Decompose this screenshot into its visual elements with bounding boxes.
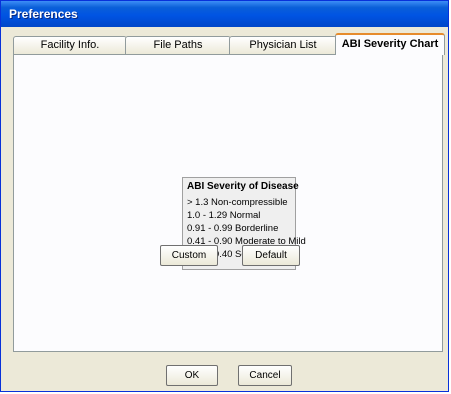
custom-button[interactable]: Custom [160,245,218,266]
severity-line: > 1.3 Non-compressible [187,197,288,208]
cancel-button[interactable]: Cancel [238,365,292,386]
default-button[interactable]: Default [242,245,300,266]
tab-file-paths[interactable]: File Paths [125,36,231,54]
tab-panel: ABI Severity of Disease > 1.3 Non-compre… [13,54,443,352]
tab-physician-list[interactable]: Physician List [229,36,337,54]
title-bar[interactable]: Preferences [1,1,448,27]
tab-abi-severity-chart[interactable]: ABI Severity Chart [335,33,445,55]
ok-button[interactable]: OK [166,365,218,386]
abi-severity-title: ABI Severity of Disease [187,181,299,192]
severity-line: 0.91 - 0.99 Borderline [187,223,279,234]
tab-strip: Facility Info. File Paths Physician List… [13,33,445,55]
window-title: Preferences [9,7,78,21]
severity-line: 1.0 - 1.29 Normal [187,210,261,221]
tab-facility-info[interactable]: Facility Info. [13,36,127,54]
